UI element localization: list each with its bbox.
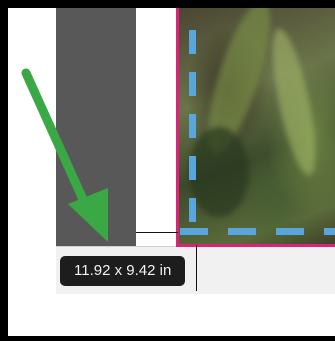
arrow-down-right-icon <box>21 68 108 242</box>
document-canvas: 11.92 x 9.42 in <box>8 8 335 336</box>
